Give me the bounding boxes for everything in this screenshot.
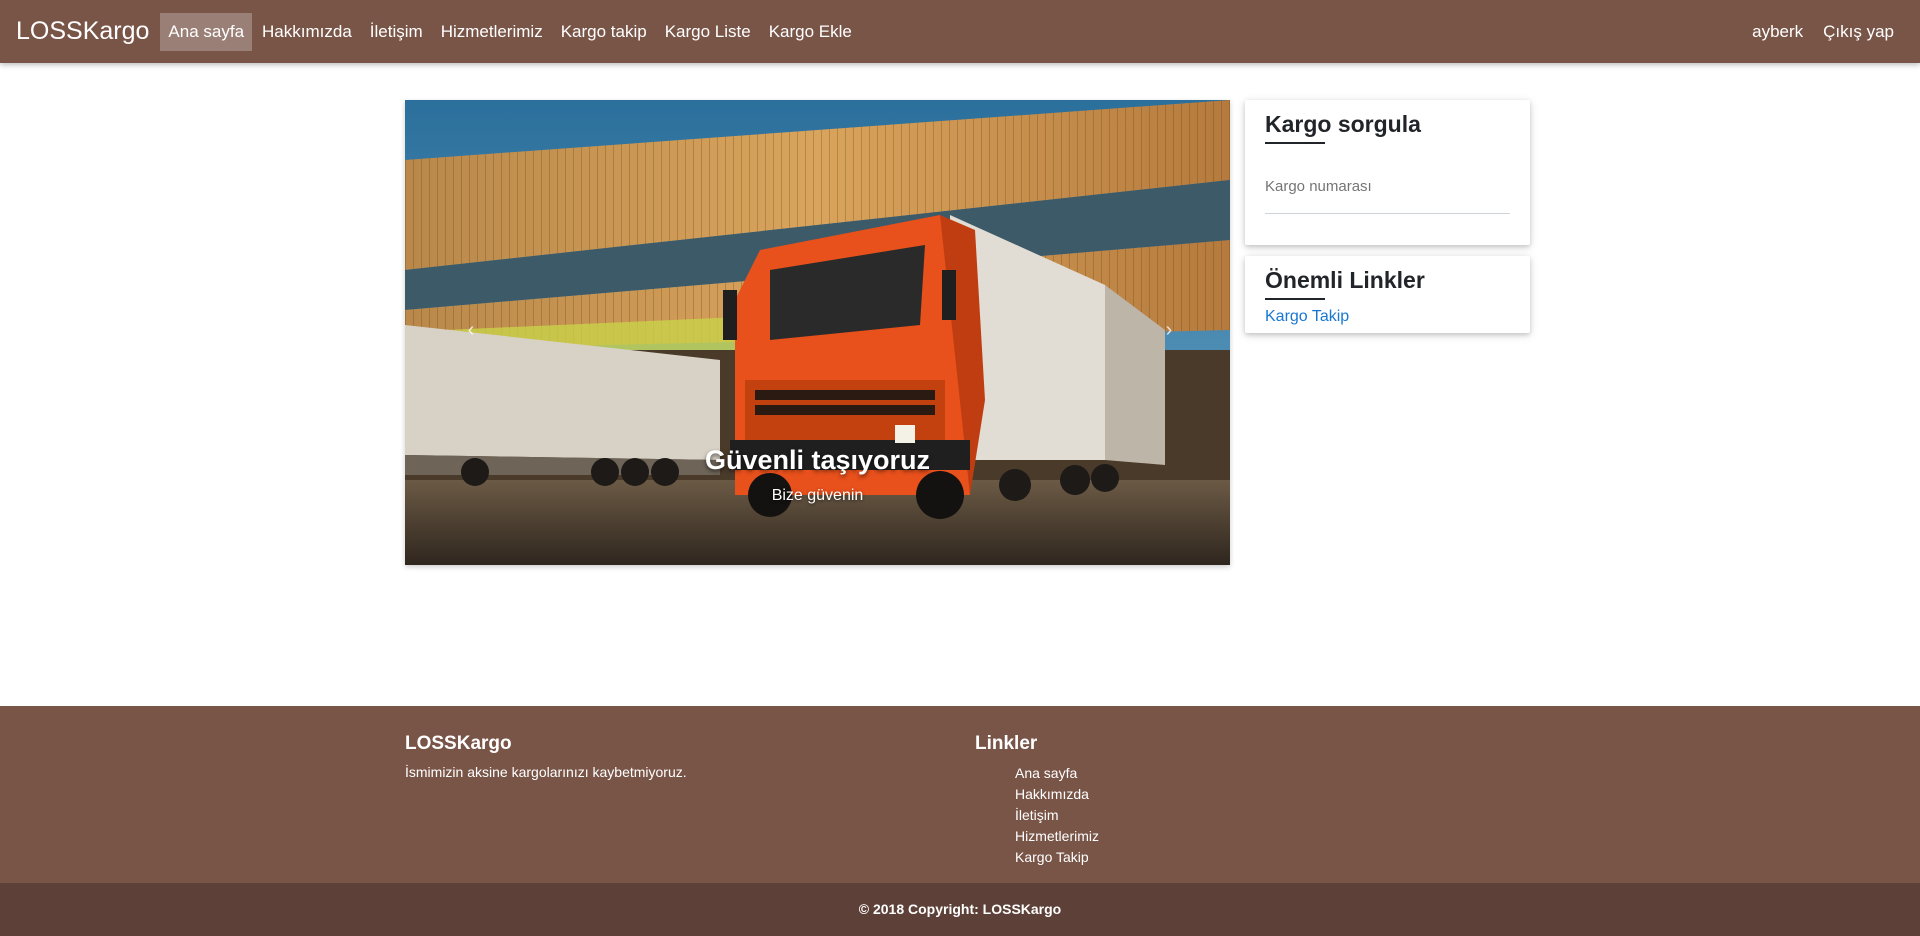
nav-item-ana-sayfa[interactable]: Ana sayfa	[160, 12, 253, 51]
copyright-bar: © 2018 Copyright: LOSSKargo	[0, 883, 1920, 936]
carousel-next-button[interactable]: ›	[1149, 315, 1189, 345]
user-profile-link[interactable]: ayberk	[1743, 13, 1812, 51]
nav-item-kargo-liste[interactable]: Kargo Liste	[657, 13, 759, 51]
nav-item-hakkimizda[interactable]: Hakkımızda	[254, 13, 360, 51]
title-underline	[1265, 142, 1325, 144]
logout-link[interactable]: Çıkış yap	[1814, 13, 1903, 51]
footer-links-title: Linkler	[975, 733, 1038, 754]
cargo-search-title: Kargo sorgula	[1265, 111, 1421, 137]
nav-item-iletisim[interactable]: İletişim	[362, 13, 431, 51]
carousel-caption-title: Güvenli taşıyoruz	[704, 445, 931, 475]
footer-description: İsmimizin aksine kargolarınızı kaybetmiy…	[405, 764, 687, 780]
nav-item-kargo-takip[interactable]: Kargo takip	[553, 13, 655, 51]
carousel-prev-button[interactable]: ‹	[451, 315, 491, 345]
footer-link-hakkimizda[interactable]: Hakkımızda	[1015, 786, 1089, 802]
nav-item-kargo-ekle[interactable]: Kargo Ekle	[761, 13, 860, 51]
page-footer: LOSSKargo İsmimizin aksine kargolarınızı…	[0, 706, 1920, 883]
title-underline	[1265, 298, 1325, 300]
main-nav: Ana sayfa Hakkımızda İletişim Hizmetleri…	[159, 12, 860, 51]
nav-item-hizmetlerimiz[interactable]: Hizmetlerimiz	[433, 13, 551, 51]
footer-link-kargo-takip[interactable]: Kargo Takip	[1015, 849, 1089, 865]
cargo-search-card: Kargo sorgula	[1245, 100, 1530, 245]
top-navbar: LOSSKargo Ana sayfa Hakkımızda İletişim …	[0, 0, 1920, 63]
important-links-title: Önemli Linkler	[1265, 267, 1425, 293]
footer-link-ana-sayfa[interactable]: Ana sayfa	[1015, 765, 1077, 781]
brand-logo-link[interactable]: LOSSKargo	[16, 17, 149, 46]
hero-carousel: ‹ › Güvenli taşıyoruz Bize güvenin	[405, 100, 1230, 565]
footer-link-iletisim[interactable]: İletişim	[1015, 807, 1059, 823]
chevron-right-icon: ›	[1165, 319, 1173, 341]
chevron-left-icon: ‹	[467, 319, 475, 341]
important-links-card: Önemli Linkler Kargo Takip	[1245, 256, 1530, 333]
footer-links-list: Ana sayfa Hakkımızda İletişim Hizmetleri…	[1015, 763, 1099, 868]
footer-link-hizmetlerimiz[interactable]: Hizmetlerimiz	[1015, 828, 1099, 844]
carousel-caption-text: Bize güvenin	[771, 487, 864, 504]
user-nav: ayberk Çıkış yap	[1742, 13, 1904, 51]
footer-brand: LOSSKargo	[405, 733, 512, 754]
cargo-number-input[interactable]	[1265, 172, 1510, 214]
kargo-takip-link[interactable]: Kargo Takip	[1265, 308, 1510, 326]
